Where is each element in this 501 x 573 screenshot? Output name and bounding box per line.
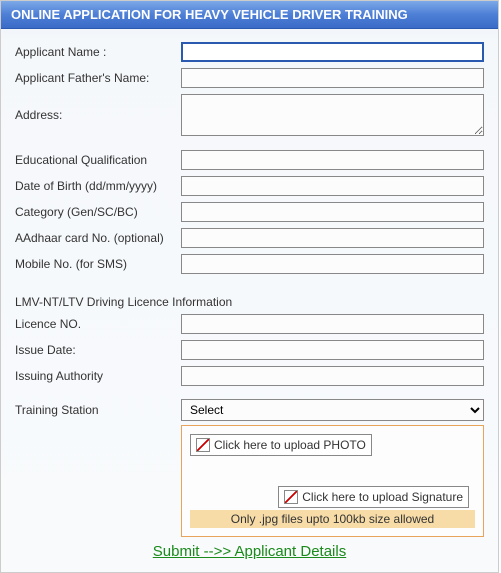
dob-input[interactable]: [181, 176, 484, 196]
category-input[interactable]: [181, 202, 484, 222]
upload-photo-label: Click here to upload PHOTO: [214, 438, 366, 452]
label-edu: Educational Qualification: [15, 153, 181, 167]
broken-image-icon: [284, 490, 298, 504]
mobile-input[interactable]: [181, 254, 484, 274]
label-training-station: Training Station: [15, 403, 181, 417]
issue-date-input[interactable]: [181, 340, 484, 360]
address-input[interactable]: [181, 94, 484, 136]
submit-link[interactable]: Submit -->> Applicant Details: [153, 543, 346, 560]
upload-signature-button[interactable]: Click here to upload Signature: [278, 486, 469, 508]
aadhaar-input[interactable]: [181, 228, 484, 248]
broken-image-icon: [196, 438, 210, 452]
training-station-select[interactable]: Select: [181, 399, 484, 421]
father-name-input[interactable]: [181, 68, 484, 88]
label-category: Category (Gen/SC/BC): [15, 205, 181, 219]
label-dob: Date of Birth (dd/mm/yyyy): [15, 179, 181, 193]
upload-note: Only .jpg files upto 100kb size allowed: [190, 510, 475, 528]
label-issue-date: Issue Date:: [15, 343, 181, 357]
issuing-auth-input[interactable]: [181, 366, 484, 386]
label-father-name: Applicant Father's Name:: [15, 71, 181, 85]
label-licence-no: Licence NO.: [15, 317, 181, 331]
label-issuing-auth: Issuing Authority: [15, 369, 181, 383]
edu-input[interactable]: [181, 150, 484, 170]
upload-box: Click here to upload PHOTO Click here to…: [181, 425, 484, 537]
form-container: ONLINE APPLICATION FOR HEAVY VEHICLE DRI…: [0, 0, 499, 573]
label-aadhaar: AAdhaar card No. (optional): [15, 231, 181, 245]
upload-photo-button[interactable]: Click here to upload PHOTO: [190, 434, 372, 456]
applicant-name-input[interactable]: [181, 42, 484, 62]
label-mobile: Mobile No. (for SMS): [15, 257, 181, 271]
label-address: Address:: [15, 108, 181, 122]
upload-signature-label: Click here to upload Signature: [302, 490, 463, 504]
label-applicant-name: Applicant Name :: [15, 45, 181, 59]
form-area: Applicant Name : Applicant Father's Name…: [1, 29, 498, 572]
licence-section-label: LMV-NT/LTV Driving Licence Information: [15, 295, 484, 309]
page-title: ONLINE APPLICATION FOR HEAVY VEHICLE DRI…: [1, 1, 498, 29]
licence-no-input[interactable]: [181, 314, 484, 334]
